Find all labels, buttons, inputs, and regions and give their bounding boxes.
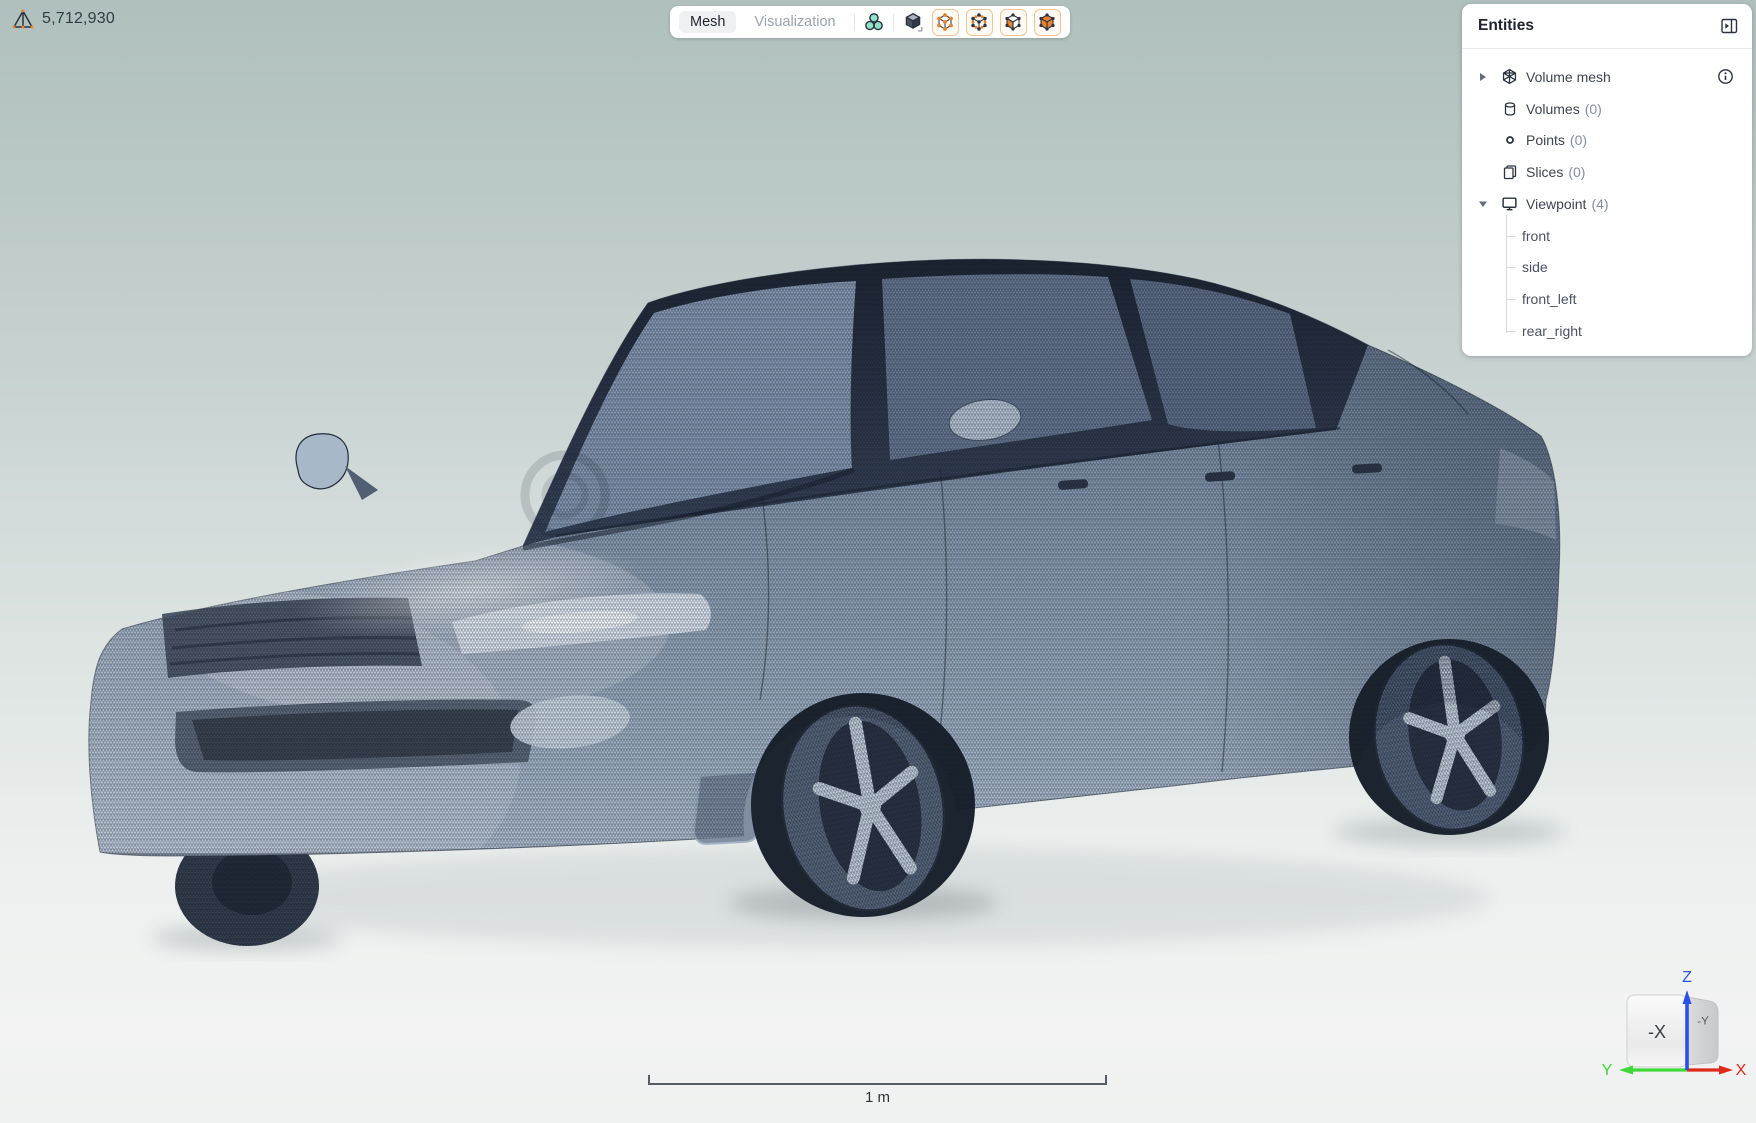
cube-wireframe-vertices-icon bbox=[935, 12, 955, 32]
entities-panel: Entities Volume mesh bbox=[1462, 4, 1752, 356]
tree-item-volumes[interactable]: Volumes (0) bbox=[1462, 93, 1752, 125]
mesh-mode-faces-button[interactable] bbox=[1000, 9, 1027, 36]
solid-cube-menu-button[interactable] bbox=[901, 10, 925, 34]
point-icon bbox=[1501, 132, 1518, 148]
collapse-panel-icon[interactable] bbox=[1721, 18, 1738, 34]
mesh-count-value: 5,712,930 bbox=[42, 10, 115, 28]
viewport-canvas[interactable]: 5,712,930 Mesh Visualization bbox=[0, 0, 1756, 1123]
tree-item-points[interactable]: Points (0) bbox=[1462, 125, 1752, 157]
molecule-icon bbox=[863, 11, 885, 33]
tetrahedron-mesh-icon bbox=[12, 8, 34, 30]
toolbar-separator bbox=[854, 14, 855, 31]
scale-bar-line bbox=[648, 1075, 1107, 1085]
cube-solid-orange-icon bbox=[1037, 12, 1057, 32]
cylinder-icon bbox=[1501, 101, 1518, 117]
scale-bar: 1 m bbox=[648, 1075, 1107, 1106]
viewpoint-item-rear-right[interactable]: rear_right bbox=[1462, 315, 1752, 347]
cube-wireframe-nodes-icon bbox=[969, 12, 989, 32]
viewpoint-item-front-left[interactable]: front_left bbox=[1462, 283, 1752, 315]
viewpoint-item-front[interactable]: front bbox=[1462, 220, 1752, 252]
viewpoint-item-side[interactable]: side bbox=[1462, 252, 1752, 284]
view-toolbar: Mesh Visualization bbox=[670, 6, 1070, 38]
molecule-groups-button[interactable] bbox=[862, 10, 886, 34]
mesh-counter: 5,712,930 bbox=[12, 8, 115, 30]
mesh-mode-nodes-button[interactable] bbox=[966, 9, 993, 36]
tree-item-volume-mesh[interactable]: Volume mesh bbox=[1462, 61, 1752, 93]
entities-tree: Volume mesh Volumes (0) P bbox=[1462, 49, 1752, 347]
view-cube[interactable]: -X -Y bbox=[1627, 995, 1718, 1067]
mesh-mode-solid-button[interactable] bbox=[1034, 9, 1061, 36]
tab-visualization[interactable]: Visualization bbox=[743, 11, 846, 33]
volume-mesh-icon bbox=[1501, 68, 1518, 85]
cube-face-front-label: -X bbox=[1648, 1022, 1666, 1042]
panel-title: Entities bbox=[1478, 17, 1534, 35]
chevron-right-icon[interactable] bbox=[1476, 72, 1490, 82]
toolbar-separator bbox=[893, 14, 894, 31]
axis-y-label: Y bbox=[1602, 1062, 1613, 1079]
monitor-icon bbox=[1501, 195, 1518, 212]
axis-z-label: Z bbox=[1682, 969, 1692, 986]
left-mirror bbox=[296, 434, 348, 489]
slices-icon bbox=[1501, 164, 1518, 180]
chevron-down-icon[interactable] bbox=[1476, 200, 1490, 208]
mesh-mode-vertices-button[interactable] bbox=[932, 9, 959, 36]
tab-mesh[interactable]: Mesh bbox=[679, 11, 736, 33]
tree-item-slices[interactable]: Slices (0) bbox=[1462, 156, 1752, 188]
orientation-gizmo[interactable]: -X -Y Y X Z bbox=[1595, 962, 1751, 1112]
cube-face-side-label: -Y bbox=[1697, 1015, 1709, 1028]
solid-cube-icon bbox=[902, 11, 924, 33]
cube-half-faces-icon bbox=[1003, 12, 1023, 32]
viewpoint-children: front side front_left rear_right bbox=[1462, 220, 1752, 347]
tree-item-label: Volume mesh bbox=[1526, 69, 1611, 85]
scale-bar-label: 1 m bbox=[648, 1089, 1107, 1106]
info-icon[interactable] bbox=[1717, 68, 1734, 85]
axis-x-label: X bbox=[1736, 1062, 1747, 1079]
